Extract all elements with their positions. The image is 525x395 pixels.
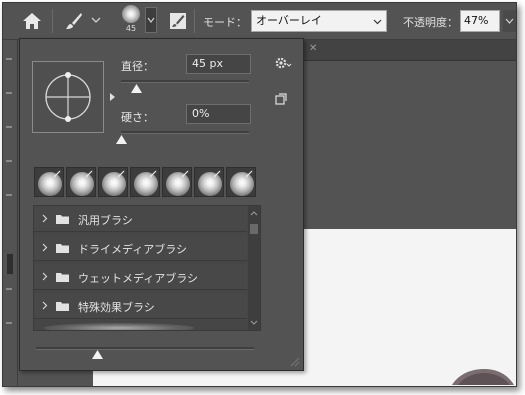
brush-group-row[interactable]: ウェットメディアブラシ xyxy=(34,264,247,290)
brush-size-label: 45 xyxy=(125,24,137,33)
brush-group-row[interactable]: 汎用ブラシ xyxy=(34,206,247,232)
hardness-slider-thumb[interactable] xyxy=(115,135,127,144)
opacity-input[interactable]: 47% xyxy=(460,10,500,32)
diameter-label: 直径： xyxy=(121,60,154,73)
mode-label: モード： xyxy=(203,16,247,29)
chevron-down-icon xyxy=(147,17,155,23)
brush-arrow-icon xyxy=(182,170,189,177)
opacity-label: 不透明度： xyxy=(403,16,458,29)
brush-tip-swatch[interactable] xyxy=(98,167,128,197)
chevron-down-icon[interactable] xyxy=(91,15,101,25)
brush-stroke-preview xyxy=(44,323,194,330)
folder-icon xyxy=(56,215,69,224)
folder-icon xyxy=(56,244,69,253)
vertical-scrollbar[interactable] xyxy=(248,206,260,330)
preview-size-slider[interactable] xyxy=(36,343,256,359)
tool-separator xyxy=(6,58,12,60)
chevron-down-icon[interactable] xyxy=(250,320,258,326)
brush-group-label: ドライメディアブラシ xyxy=(78,243,188,256)
diameter-slider[interactable] xyxy=(121,80,249,83)
brush-group-row[interactable]: ドライメディアブラシ xyxy=(34,235,247,261)
new-preset-icon[interactable] xyxy=(275,93,287,105)
chevron-right-icon[interactable] xyxy=(41,272,48,281)
separator xyxy=(52,9,53,33)
folder-icon xyxy=(56,273,69,282)
document-tab-bar: ✕ xyxy=(303,40,516,61)
blend-mode-select[interactable]: オーバーレイ xyxy=(251,10,387,32)
brush-tip-swatch[interactable] xyxy=(194,167,224,197)
brush-arrow-icon xyxy=(214,170,221,177)
brush-preset-thumbnail[interactable]: 45 xyxy=(119,5,143,35)
brush-angle-preview[interactable] xyxy=(32,61,104,133)
brush-preset-dropdown[interactable] xyxy=(145,7,157,33)
opacity-dropdown[interactable] xyxy=(503,10,516,32)
brush-arrow-icon xyxy=(150,170,157,177)
home-icon[interactable] xyxy=(21,11,43,31)
chevron-right-icon[interactable] xyxy=(41,301,48,310)
chevron-up-icon[interactable] xyxy=(250,210,258,216)
tool-separator xyxy=(6,288,12,290)
gear-icon[interactable] xyxy=(274,56,292,70)
hardness-input[interactable]: 0% xyxy=(186,104,251,124)
brush-arrow-icon xyxy=(86,170,93,177)
chevron-right-icon[interactable] xyxy=(109,93,116,101)
brush-preset-picker: 直径： 45 px 硬さ： 0% 汎用ブラシドライメディアブラシ ウェットメディア… xyxy=(19,38,304,371)
brush-group-label: 汎用ブラシ xyxy=(78,214,133,227)
tool-separator xyxy=(6,194,12,196)
tool-separator xyxy=(6,322,12,324)
brush-group-label: ウェットメディアブラシ xyxy=(78,272,199,285)
brush-tip-swatch[interactable] xyxy=(162,167,192,197)
options-bar: 45 モード： オーバーレイ 不透明度： 47% xyxy=(3,3,516,40)
preview-size-thumb[interactable] xyxy=(91,350,103,359)
chevron-right-icon[interactable] xyxy=(41,243,48,252)
resize-grip-icon[interactable] xyxy=(288,355,300,367)
brush-group-row[interactable]: 特殊効果ブラシ xyxy=(34,293,247,319)
brush-tip-swatch[interactable] xyxy=(226,167,256,197)
brush-roundness-icon xyxy=(45,72,91,122)
chevron-right-icon[interactable] xyxy=(41,214,48,223)
brush-tip-swatch[interactable] xyxy=(34,167,64,197)
tools-panel xyxy=(3,40,18,386)
brush-arrow-icon xyxy=(54,170,61,177)
close-icon[interactable]: ✕ xyxy=(309,43,317,54)
brush-preset-list: 汎用ブラシドライメディアブラシ ウェットメディアブラシ 特殊効果ブラシ xyxy=(33,205,261,331)
tool-separator xyxy=(6,126,12,128)
canvas-pasteboard xyxy=(303,61,516,229)
hardness-slider[interactable] xyxy=(121,131,249,134)
preview-size-track[interactable] xyxy=(36,347,254,350)
brush-panel-icon[interactable] xyxy=(169,12,187,30)
tool-separator xyxy=(6,160,12,162)
chevron-down-icon xyxy=(373,19,382,25)
tool-separator xyxy=(6,92,12,94)
diameter-slider-thumb[interactable] xyxy=(130,84,142,93)
folder-icon xyxy=(56,302,69,311)
separator xyxy=(194,9,195,33)
photoshop-window: 45 モード： オーバーレイ 不透明度： 47% ✕ 直径： 45 px 硬さ：… xyxy=(2,2,517,387)
brush-tip-swatch[interactable] xyxy=(130,167,160,197)
brush-group-label: 特殊効果ブラシ xyxy=(78,301,155,314)
scrollbar-thumb[interactable] xyxy=(250,224,258,234)
hardness-label: 硬さ： xyxy=(121,111,154,124)
tool-button[interactable] xyxy=(7,254,13,274)
diameter-input[interactable]: 45 px xyxy=(186,54,251,74)
image-detail xyxy=(452,369,514,385)
blend-mode-value: オーバーレイ xyxy=(256,14,322,27)
brush-arrow-icon xyxy=(118,170,125,177)
chevron-down-icon xyxy=(505,18,514,24)
recent-brush-tips xyxy=(34,167,262,197)
brush-icon[interactable] xyxy=(65,12,83,30)
brush-tip-preview xyxy=(122,5,140,23)
brush-tip-swatch[interactable] xyxy=(66,167,96,197)
brush-arrow-icon xyxy=(246,170,253,177)
status-strip xyxy=(51,369,93,386)
